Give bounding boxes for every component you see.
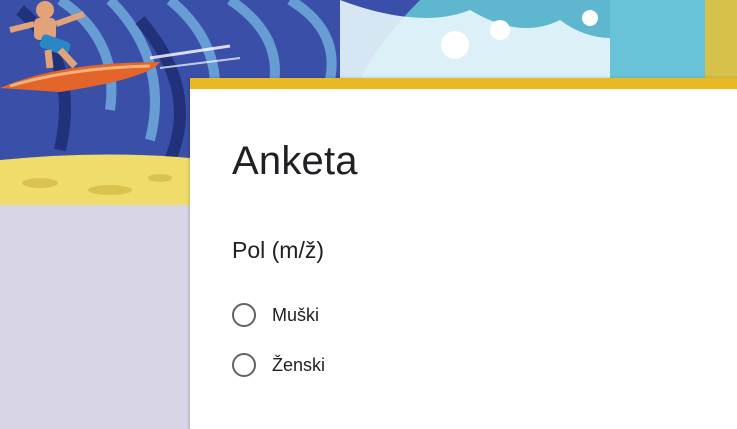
radio-label-zenski: Ženski	[272, 354, 326, 375]
radio-button-muski[interactable]	[232, 303, 256, 327]
radio-option-muski[interactable]: Muški	[232, 290, 325, 340]
radio-button-zenski[interactable]	[232, 353, 256, 377]
radio-group: Muški Ženski	[232, 290, 325, 390]
form-card: Anketa Pol (m/ž) Muški Ženski	[190, 78, 737, 429]
form-title: Anketa	[232, 139, 358, 183]
question-label: Pol (m/ž)	[232, 237, 324, 263]
radio-label-muski: Muški	[272, 304, 320, 325]
radio-option-zenski[interactable]: Ženski	[232, 340, 325, 390]
